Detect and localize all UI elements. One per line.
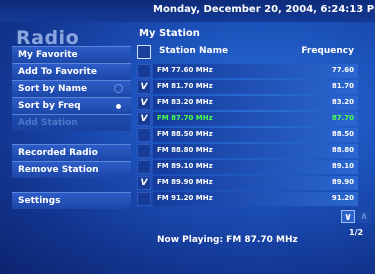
station-name: FM 77.60 MHz [157, 66, 213, 74]
menu-item-label: Add To Favorite [18, 67, 97, 77]
list-header: Station Name Frequency [137, 45, 358, 61]
station-row[interactable]: FM 77.60 MHz 77.60 [137, 63, 358, 78]
column-header-frequency[interactable]: Frequency [301, 46, 354, 56]
station-name: FM 91.20 MHz [157, 194, 213, 202]
station-frequency: 88.50 [331, 130, 354, 138]
station-row[interactable]: V FM 89.90 MHz 89.90 [137, 175, 358, 190]
menu-item-add-station: Add Station [12, 114, 131, 131]
menu-item-label: Settings [18, 196, 61, 206]
station-frequency: 83.20 [331, 98, 354, 106]
station-checkbox[interactable] [137, 144, 151, 158]
radio-ring-icon [114, 84, 123, 93]
page-down-button[interactable]: ∨ [341, 210, 355, 223]
station-checkbox[interactable] [137, 128, 151, 142]
station-frequency: 91.20 [331, 194, 354, 202]
chevron-down-icon: ∨ [343, 212, 353, 223]
station-name: FM 88.50 MHz [157, 130, 213, 138]
station-row[interactable]: FM 91.20 MHz 91.20 [137, 191, 358, 206]
section-title: My Station [139, 28, 200, 39]
menu-item-recorded-radio[interactable]: Recorded Radio [12, 144, 131, 161]
menu-item-settings[interactable]: Settings [12, 192, 131, 209]
radio-screen: Monday, December 20, 2004, 6:24:13 PM Ra… [0, 0, 375, 274]
menu-item-label: My Favorite [18, 50, 78, 60]
station-name: FM 89.10 MHz [157, 162, 213, 170]
station-row[interactable]: V FM 83.20 MHz 83.20 [137, 95, 358, 110]
menu-item-label: Sort by Freq [18, 101, 81, 111]
station-row[interactable]: FM 89.10 MHz 89.10 [137, 159, 358, 174]
menu-item-label: Sort by Name [18, 84, 88, 94]
menu-item-remove-station[interactable]: Remove Station [12, 161, 131, 178]
station-row[interactable]: FM 88.80 MHz 88.80 [137, 143, 358, 158]
station-checkbox[interactable] [137, 160, 151, 174]
station-checkbox[interactable]: V [137, 112, 151, 126]
station-frequency: 81.70 [331, 82, 354, 90]
chevron-up-icon: ∧ [359, 211, 369, 222]
station-checkbox[interactable]: V [137, 96, 151, 110]
menu-item-add-to-favorite[interactable]: Add To Favorite [12, 63, 131, 80]
station-name: FM 87.70 MHz [157, 114, 213, 122]
select-all-checkbox[interactable] [137, 45, 151, 59]
station-name: FM 81.70 MHz [157, 82, 213, 90]
top-bar: Monday, December 20, 2004, 6:24:13 PM [0, 0, 375, 22]
station-checkbox[interactable] [137, 64, 151, 78]
station-checkbox[interactable]: V [137, 80, 151, 94]
selected-dot-icon [116, 104, 121, 109]
menu-item-label: Add Station [18, 118, 78, 128]
station-frequency: 89.90 [331, 178, 354, 186]
now-playing-label: Now Playing: FM 87.70 MHz [157, 235, 298, 245]
menu-item-my-favorite[interactable]: My Favorite [12, 46, 131, 63]
station-row[interactable]: V FM 87.70 MHz 87.70 [137, 111, 358, 126]
station-row[interactable]: V FM 81.70 MHz 81.70 [137, 79, 358, 94]
station-frequency: 89.10 [331, 162, 354, 170]
page-up-button[interactable]: ∧ [357, 210, 371, 223]
station-frequency: 87.70 [331, 114, 354, 122]
station-row[interactable]: FM 88.50 MHz 88.50 [137, 127, 358, 142]
page-indicator: 1/2 [349, 228, 364, 237]
menu-item-sort-by-freq[interactable]: Sort by Freq [12, 97, 131, 114]
menu-item-label: Recorded Radio [18, 148, 98, 158]
station-frequency: 77.60 [331, 66, 354, 74]
station-checkbox[interactable] [137, 192, 151, 206]
station-checkbox[interactable]: V [137, 176, 151, 190]
station-frequency: 88.80 [331, 146, 354, 154]
station-name: FM 89.90 MHz [157, 178, 213, 186]
station-name: FM 83.20 MHz [157, 98, 213, 106]
station-name: FM 88.80 MHz [157, 146, 213, 154]
menu-item-label: Remove Station [18, 165, 99, 175]
column-header-station-name[interactable]: Station Name [159, 46, 228, 56]
datetime-label: Monday, December 20, 2004, 6:24:13 PM [153, 4, 375, 15]
menu-item-sort-by-name[interactable]: Sort by Name [12, 80, 131, 97]
